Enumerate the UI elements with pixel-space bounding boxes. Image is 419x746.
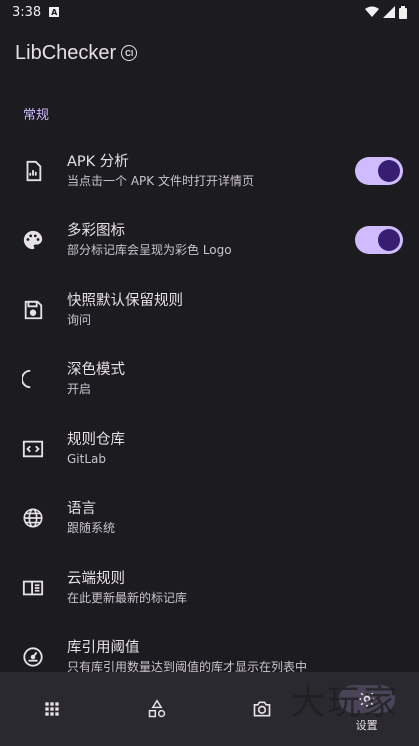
apps-icon bbox=[45, 702, 60, 716]
pref-title: 快照默认保留规则 bbox=[67, 292, 183, 309]
palette-icon bbox=[0, 229, 66, 251]
pref-colorful-icon[interactable]: 多彩图标 部分标记库会呈现为彩色 Logo bbox=[0, 206, 419, 276]
gauge-icon bbox=[0, 646, 66, 668]
book-icon bbox=[0, 577, 66, 599]
ci-badge: CI bbox=[121, 45, 138, 61]
pref-language[interactable]: 语言 跟随系统 bbox=[0, 484, 419, 554]
status-bar: 3:38 A bbox=[0, 0, 419, 24]
apk-analysis-switch[interactable] bbox=[355, 156, 403, 185]
nav-apps[interactable] bbox=[12, 699, 92, 719]
apk-analysis-icon bbox=[0, 160, 66, 182]
pref-title: 深色模式 bbox=[67, 362, 125, 379]
pref-summary: 跟随系统 bbox=[67, 521, 116, 536]
pref-summary: 在此更新最新的标记库 bbox=[67, 590, 188, 605]
preference-list: APK 分析 当点击一个 APK 文件时打开详情页 多彩图标 部分标记库会呈现为… bbox=[0, 136, 419, 692]
globe-icon bbox=[0, 507, 66, 529]
pref-dark-mode[interactable]: 深色模式 开启 bbox=[0, 345, 419, 415]
shapes-icon bbox=[148, 699, 166, 718]
nav-snapshot[interactable] bbox=[222, 699, 302, 719]
pref-summary: 询问 bbox=[67, 312, 92, 327]
battery-icon bbox=[399, 5, 407, 19]
save-icon bbox=[0, 299, 66, 321]
app-title: LibChecker bbox=[15, 41, 117, 64]
wifi-icon bbox=[365, 6, 379, 17]
pref-summary: 开启 bbox=[67, 382, 92, 397]
pref-apk-analysis[interactable]: APK 分析 当点击一个 APK 文件时打开详情页 bbox=[0, 136, 419, 206]
pref-title: 库引用阈值 bbox=[67, 640, 140, 657]
colorful-icon-switch[interactable] bbox=[355, 226, 403, 255]
watermark: 大玩家 bbox=[291, 683, 399, 723]
moon-icon bbox=[0, 368, 66, 390]
pref-cloud-rules[interactable]: 云端规则 在此更新最新的标记库 bbox=[0, 553, 419, 623]
pref-title: 语言 bbox=[67, 501, 96, 518]
code-icon bbox=[0, 438, 66, 460]
switch-thumb bbox=[378, 229, 400, 252]
pref-title: 云端规则 bbox=[67, 570, 125, 587]
switch-thumb bbox=[378, 159, 400, 182]
app-bar: LibChecker CI bbox=[0, 24, 419, 82]
section-header: 常规 bbox=[23, 108, 50, 123]
pref-summary: GitLab bbox=[67, 451, 106, 466]
status-time: 3:38 bbox=[12, 4, 42, 20]
camera-icon bbox=[253, 701, 271, 717]
nav-statistics[interactable] bbox=[117, 699, 197, 719]
pref-title: 规则仓库 bbox=[67, 431, 125, 448]
pref-snapshot-keep-rule[interactable]: 快照默认保留规则 询问 bbox=[0, 275, 419, 345]
signal-icon bbox=[383, 6, 395, 18]
notification-icon: A bbox=[49, 7, 60, 17]
pref-rule-repository[interactable]: 规则仓库 GitLab bbox=[0, 414, 419, 484]
